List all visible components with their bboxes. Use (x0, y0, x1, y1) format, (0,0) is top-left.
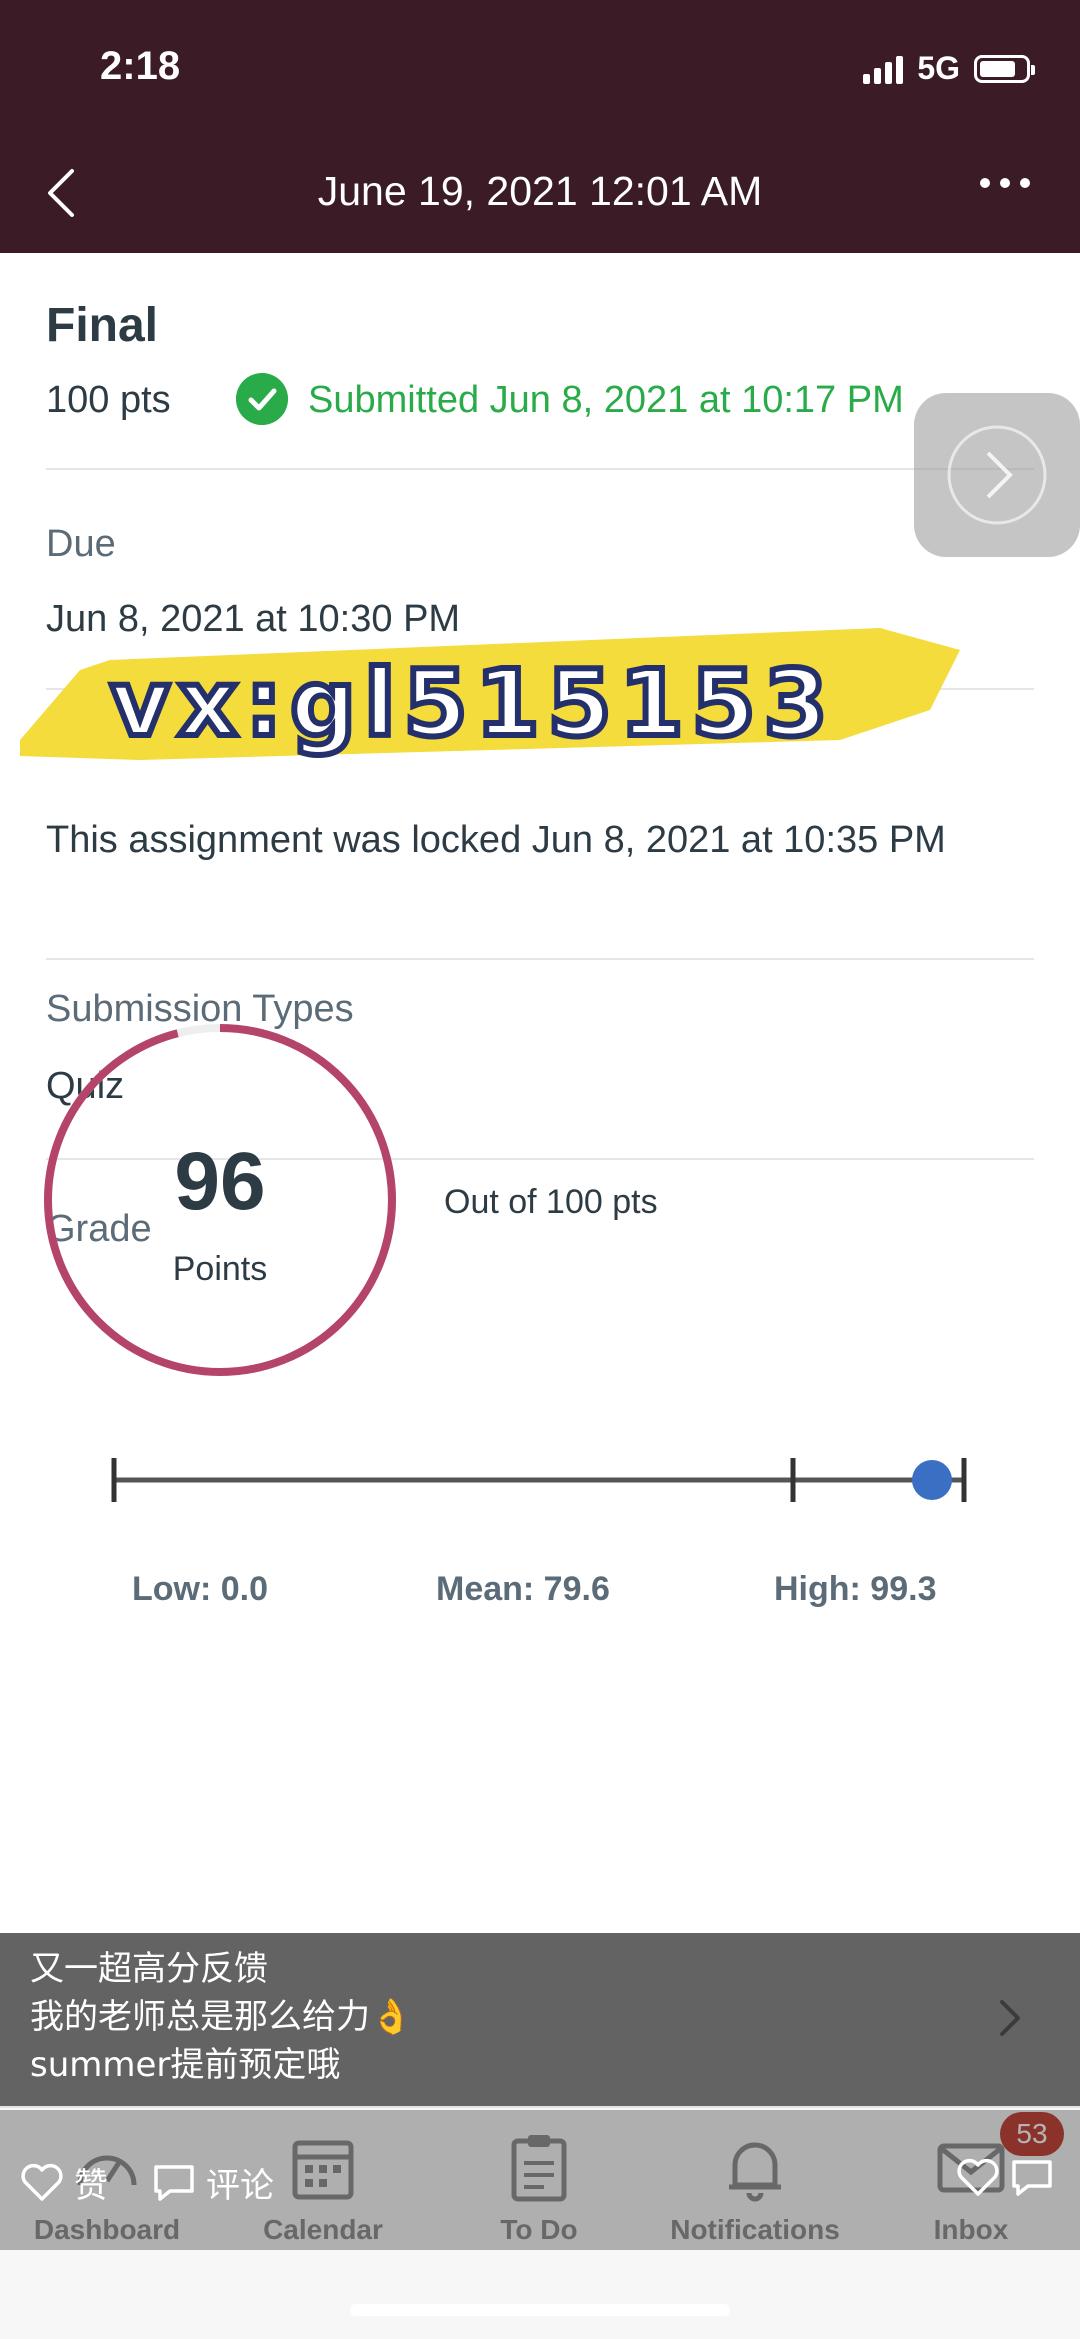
assignment-title: Final (46, 299, 159, 352)
watermark-text: vx:gl515153 (107, 647, 836, 760)
battery-icon (974, 54, 1035, 83)
post-caption: 又一超高分反馈 我的老师总是那么给力👌 summer提前预定哦 (30, 1945, 412, 2089)
grade-score: 96 (174, 1136, 266, 1227)
grade-score-unit: Points (172, 1250, 268, 1288)
score-marker (912, 1460, 952, 1500)
home-indicator[interactable] (350, 2304, 730, 2316)
comment-icon (1012, 2160, 1052, 2196)
caption-line: summer提前预定哦 (30, 2045, 341, 2085)
stat-mean: Mean: 79.6 (436, 1570, 610, 1608)
score-distribution (111, 1458, 967, 1502)
caption-line: 我的老师总是那么给力👌 (30, 1997, 413, 2037)
like-icon-button[interactable] (956, 2158, 1000, 2198)
assignment-points: 100 pts (46, 379, 171, 421)
status-time: 2:18 (100, 44, 181, 88)
network-type: 5G (917, 50, 960, 86)
signal-icon (863, 54, 904, 84)
heart-icon (957, 2158, 999, 2196)
comment-icon (154, 2164, 194, 2201)
like-button[interactable]: 赞 (20, 2158, 108, 2207)
assistive-touch-button[interactable] (914, 393, 1080, 557)
comment-icon-button[interactable] (1010, 2158, 1054, 2198)
divider (46, 958, 1034, 960)
stat-low: Low: 0.0 (132, 1570, 269, 1608)
page-title: June 19, 2021 12:01 AM (317, 168, 763, 214)
heart-icon (21, 2163, 63, 2201)
stat-high: High: 99.3 (774, 1570, 937, 1608)
locked-notice: This assignment was locked Jun 8, 2021 a… (46, 819, 946, 861)
chevron-right-icon (947, 425, 1047, 525)
submission-status: Submitted Jun 8, 2021 at 10:17 PM (308, 379, 904, 421)
submitted-check-icon (236, 373, 288, 425)
caption-line: 又一超高分反馈 (30, 1949, 268, 1989)
grade-out-of: Out of 100 pts (444, 1183, 658, 1221)
app-header: 2:18 5G June 19, 2021 12:01 AM (0, 0, 1080, 253)
due-label: Due (46, 523, 116, 565)
status-indicators: 5G (863, 50, 1035, 87)
divider (46, 468, 1034, 470)
comment-button[interactable]: 评论 (152, 2158, 274, 2207)
more-options-icon[interactable] (980, 178, 1030, 188)
